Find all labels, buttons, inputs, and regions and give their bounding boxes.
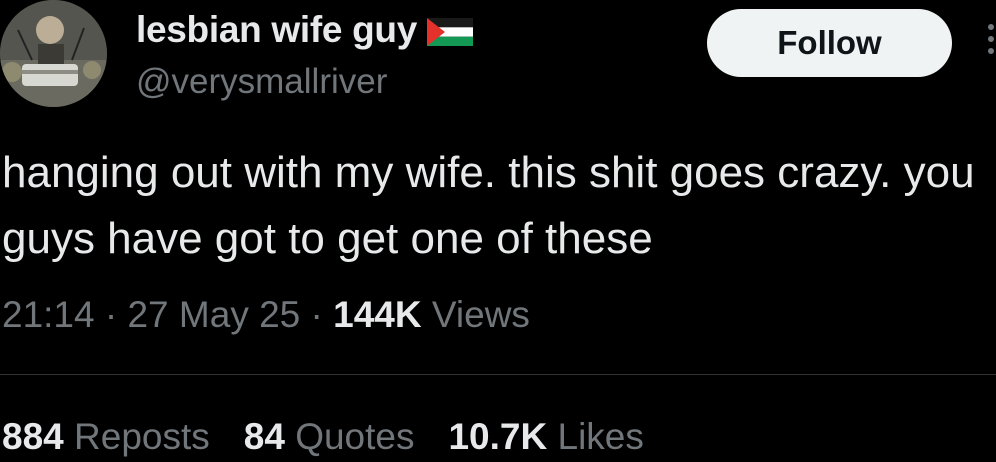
more-options-icon[interactable]: [978, 24, 996, 64]
tweet-text: hanging out with my wife. this shit goes…: [2, 148, 975, 263]
likes-label: Likes: [557, 416, 644, 457]
reposts-stat[interactable]: 884 Reposts: [2, 414, 210, 460]
follow-button[interactable]: Follow: [707, 9, 952, 77]
divider: [0, 374, 996, 375]
quotes-label: Quotes: [295, 416, 415, 457]
author-handle[interactable]: @verysmallriver: [136, 62, 387, 102]
views-count: 144K: [333, 294, 422, 335]
palestine-flag-icon: [427, 18, 473, 46]
reposts-label: Reposts: [74, 416, 210, 457]
tweet-date[interactable]: 27 May 25: [127, 294, 300, 335]
reposts-count: 884: [2, 416, 64, 457]
views-label: Views: [431, 294, 530, 335]
engagement-stats: 884 Reposts 84 Quotes 10.7K Likes: [2, 414, 644, 460]
meta-separator: ·: [300, 294, 334, 335]
meta-separator: ·: [94, 294, 128, 335]
tweet-meta: 21:14 · 27 May 25 · 144K Views: [2, 292, 530, 338]
avatar[interactable]: [0, 0, 107, 107]
likes-count: 10.7K: [448, 416, 548, 457]
likes-stat[interactable]: 10.7K Likes: [448, 414, 643, 460]
author-display-name[interactable]: lesbian wife guy: [136, 8, 417, 52]
tweet-time[interactable]: 21:14: [2, 294, 95, 335]
quotes-count: 84: [243, 416, 285, 457]
quotes-stat[interactable]: 84 Quotes: [244, 414, 415, 460]
author-name-row[interactable]: lesbian wife guy: [136, 8, 473, 52]
avatar-photo: [0, 0, 107, 107]
